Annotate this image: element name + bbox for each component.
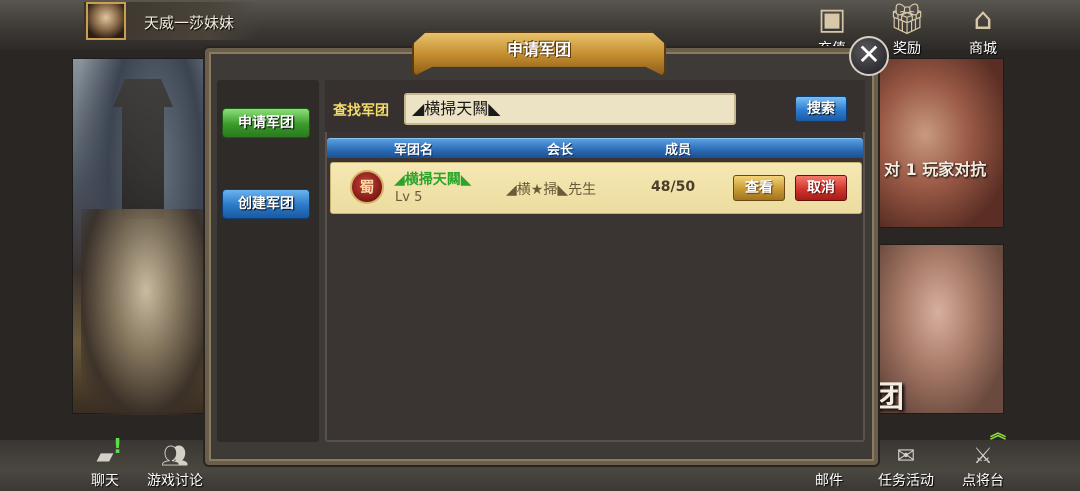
pvp-mode-label: 对 1 玩家对抗 xyxy=(884,160,987,179)
mail-icon xyxy=(794,444,864,470)
chat-label: 聊天 xyxy=(91,473,119,489)
search-button[interactable]: 搜索 xyxy=(795,96,847,122)
member-count: 48/50 xyxy=(651,179,696,195)
heroes-label: 点将台 xyxy=(962,473,1004,489)
column-header-leader: 会长 xyxy=(547,143,574,158)
pvp-mode-card[interactable] xyxy=(872,58,1004,228)
gift-box-icon: 🎁︎ xyxy=(887,2,927,37)
apply-legion-tab[interactable]: 申请军团 xyxy=(222,108,310,138)
legion-emblem: 蜀 xyxy=(350,170,384,204)
legion-list-panel xyxy=(325,80,865,442)
warrior-illustration xyxy=(81,209,211,415)
avatar[interactable] xyxy=(86,2,126,40)
pagoda-icon: ⌂ xyxy=(973,2,993,37)
chat-notification-badge: ! xyxy=(113,434,123,458)
shop-label: 商城 xyxy=(969,41,997,57)
quests-button[interactable]: ✉ 任务活动 xyxy=(871,444,941,490)
shop-button[interactable]: ⌂ 商城 xyxy=(955,2,1011,57)
close-button[interactable]: ✕ xyxy=(849,36,889,76)
watchtower-illustration xyxy=(113,79,173,219)
hero-artwork xyxy=(72,58,211,415)
close-icon: ✕ xyxy=(857,38,881,71)
column-header-name: 军团名 xyxy=(394,143,434,158)
legion-leader: ◢横★掃◣先生 xyxy=(506,182,597,198)
create-legion-tab[interactable]: 创建军团 xyxy=(222,189,310,219)
upgrade-available-icon: ︽ xyxy=(990,423,1007,442)
player-name: 天威一莎妹妹 xyxy=(144,14,235,32)
view-button[interactable]: 查看 xyxy=(733,175,785,201)
column-header-members: 成员 xyxy=(665,143,692,158)
search-label: 查找军团 xyxy=(333,103,389,119)
scroll-icon: ✉ xyxy=(896,444,916,469)
forum-button[interactable]: 👥︎ 游戏讨论 xyxy=(140,444,210,490)
cancel-button[interactable]: 取消 xyxy=(795,175,847,201)
mail-label: 邮件 xyxy=(815,473,843,489)
legion-level: Lv 5 xyxy=(395,190,423,205)
chat-button[interactable]: ▰ 聊天 xyxy=(70,444,140,490)
chat-bubble-icon: ▰ xyxy=(96,444,114,469)
heroes-button[interactable]: ⚔ 点将台 xyxy=(948,444,1018,490)
treasure-chest-icon: ▣ xyxy=(817,2,847,37)
quests-label: 任务活动 xyxy=(878,473,934,489)
dialog-title: 申请军团 xyxy=(506,40,571,59)
forum-label: 游戏讨论 xyxy=(147,473,203,489)
search-input[interactable]: ◢横掃天闗◣ xyxy=(404,93,736,125)
mail-button[interactable]: 邮件 xyxy=(794,444,864,490)
people-icon: 👥︎ xyxy=(161,444,189,469)
crossed-swords-icon: ⚔ xyxy=(973,444,993,469)
legion-name: ◢横掃天闗◣ xyxy=(394,172,472,188)
